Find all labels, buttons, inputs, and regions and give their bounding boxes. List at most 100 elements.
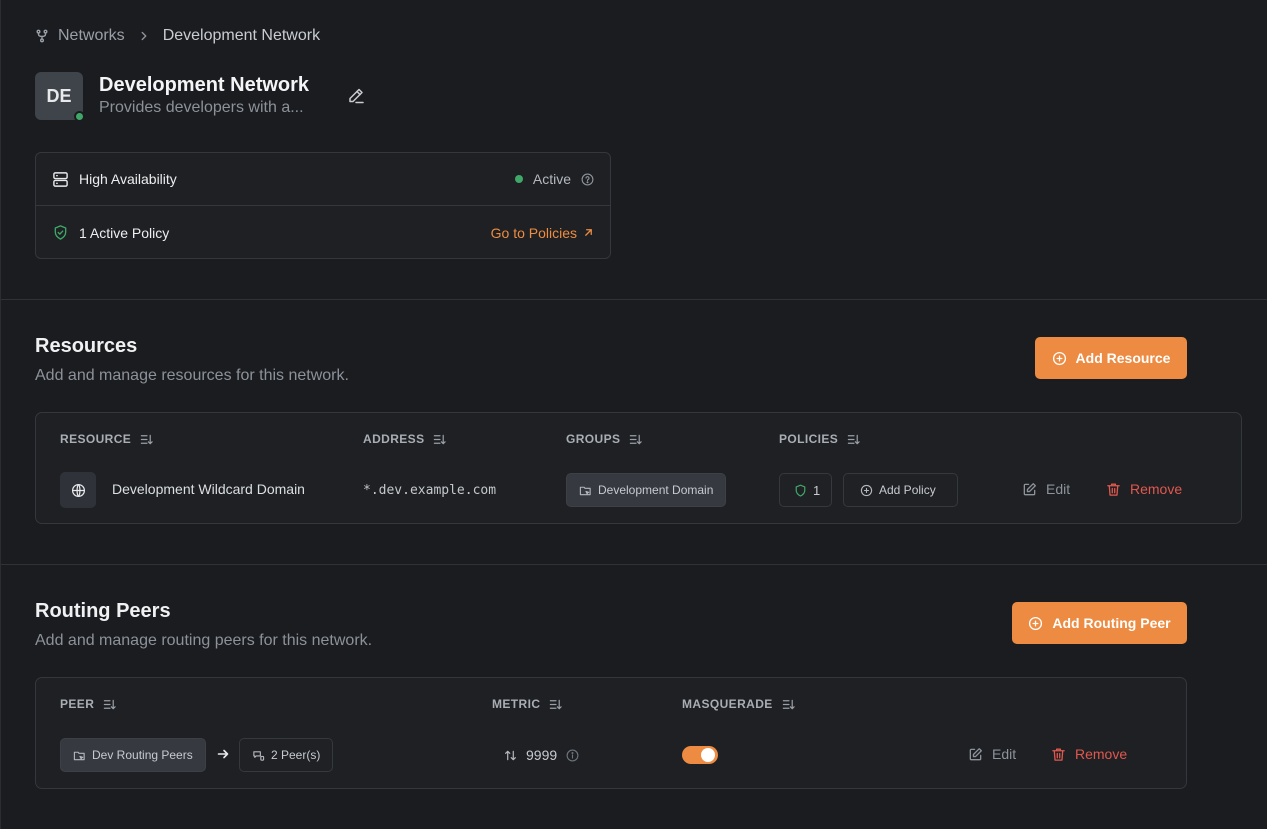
column-header-address[interactable]: ADDRESS	[363, 432, 447, 446]
trash-icon	[1051, 747, 1075, 762]
column-header-masquerade[interactable]: MASQUERADE	[682, 697, 795, 711]
routing-peers-description: Add and manage routing peers for this ne…	[35, 632, 373, 649]
column-label: METRIC	[492, 697, 541, 711]
network-info-card: High Availability Active 1 Active Policy…	[35, 152, 611, 259]
peers-icon	[252, 749, 271, 762]
sort-icon	[620, 433, 643, 446]
edit-label: Edit	[992, 746, 1017, 762]
chevron-right-icon	[137, 29, 151, 43]
sort-icon	[94, 698, 116, 711]
policy-count-badge[interactable]: 1	[779, 473, 832, 507]
arrow-up-right-icon	[577, 227, 594, 238]
trash-icon	[1106, 482, 1130, 497]
high-availability-row: High Availability Active	[36, 153, 610, 206]
edit-label: Edit	[1046, 481, 1071, 497]
page-title: Development Network	[99, 74, 310, 96]
resources-table: RESOURCE ADDRESS GROUPS POLICIES Develop…	[35, 412, 1242, 524]
column-label: PEER	[60, 697, 95, 711]
help-circle-icon[interactable]	[581, 173, 594, 186]
go-to-policies-label: Go to Policies	[490, 224, 577, 241]
table-row: Dev Routing Peers 2 Peer(s) 9999 Edit Re…	[36, 678, 1186, 772]
peer-count-badge[interactable]: 2 Peer(s)	[239, 738, 334, 772]
remove-label: Remove	[1130, 481, 1183, 497]
high-availability-status: Active	[514, 171, 594, 187]
edit-resource-button[interactable]: Edit	[1022, 481, 1070, 497]
add-routing-peer-label: Add Routing Peer	[1052, 615, 1171, 631]
folder-group-icon	[73, 749, 92, 762]
high-availability-label: High Availability	[79, 171, 177, 187]
plus-circle-icon	[860, 484, 879, 497]
breadcrumb: Networks Development Network	[35, 26, 320, 46]
sort-icon	[540, 698, 563, 711]
active-policy-label: 1 Active Policy	[79, 224, 170, 241]
add-resource-label: Add Resource	[1075, 350, 1171, 366]
edit-network-button[interactable]	[346, 86, 366, 106]
resource-name: Development Wildcard Domain	[112, 481, 305, 497]
network-description: Provides developers with a...	[99, 99, 304, 116]
sort-arrows-icon	[504, 749, 517, 762]
sort-icon	[773, 698, 795, 711]
breadcrumb-current: Development Network	[162, 27, 321, 44]
network-branch-icon	[35, 29, 49, 43]
edit-routing-peer-button[interactable]: Edit	[968, 746, 1016, 762]
remove-label: Remove	[1075, 746, 1128, 762]
column-label: POLICIES	[779, 432, 839, 446]
toggle-knob	[701, 748, 715, 762]
plus-circle-icon	[1028, 616, 1052, 631]
column-header-policies[interactable]: POLICIES	[779, 432, 860, 446]
add-routing-peer-button[interactable]: Add Routing Peer	[1012, 602, 1187, 644]
network-avatar: DE	[35, 72, 85, 122]
column-header-groups[interactable]: GROUPS	[566, 432, 643, 446]
sort-icon	[131, 433, 153, 446]
status-dot	[514, 175, 523, 183]
routing-peers-title: Routing Peers	[35, 600, 171, 622]
group-label: Development Domain	[598, 483, 714, 497]
peer-group-label: Dev Routing Peers	[92, 748, 193, 762]
masquerade-toggle[interactable]	[682, 746, 718, 764]
resources-description: Add and manage resources for this networ…	[35, 367, 349, 384]
peer-group-badge[interactable]: Dev Routing Peers	[60, 738, 206, 772]
column-header-resource[interactable]: RESOURCE	[60, 432, 153, 446]
resources-title: Resources	[35, 335, 138, 357]
column-header-peer[interactable]: PEER	[60, 697, 116, 711]
column-label: ADDRESS	[363, 432, 425, 446]
globe-icon	[71, 483, 86, 498]
breadcrumb-networks[interactable]: Networks	[58, 27, 125, 45]
section-divider	[1, 564, 1267, 565]
edit-icon	[1022, 482, 1046, 497]
active-policy-row: 1 Active Policy Go to Policies	[36, 206, 610, 259]
metric-value: 9999	[526, 747, 558, 763]
column-header-metric[interactable]: METRIC	[492, 697, 563, 711]
avatar-initials: DE	[46, 85, 72, 106]
column-label: GROUPS	[566, 432, 621, 446]
section-divider	[1, 299, 1267, 300]
add-policy-label: Add Policy	[879, 483, 936, 497]
online-status-dot	[74, 111, 85, 122]
routing-peers-table: PEER METRIC MASQUERADE Dev Routing Peers…	[35, 677, 1187, 789]
group-badge[interactable]: Development Domain	[566, 473, 727, 507]
add-resource-button[interactable]: Add Resource	[1035, 337, 1187, 379]
policy-count: 1	[813, 482, 821, 498]
edit-icon	[968, 747, 992, 762]
peer-count-label: 2 Peer(s)	[271, 748, 321, 762]
info-icon[interactable]	[566, 749, 579, 762]
column-label: MASQUERADE	[682, 697, 773, 711]
sort-icon	[838, 433, 860, 446]
go-to-policies-link[interactable]: Go to Policies	[491, 225, 594, 241]
sort-icon	[424, 433, 447, 446]
pencil-icon	[346, 86, 366, 106]
resource-type-badge	[60, 472, 96, 508]
server-icon	[52, 171, 69, 188]
shield-icon	[794, 484, 813, 497]
plus-circle-icon	[1052, 351, 1076, 366]
resource-address: *.dev.example.com	[363, 483, 497, 498]
add-policy-button[interactable]: Add Policy	[843, 473, 958, 507]
arrow-right-icon	[216, 747, 230, 761]
remove-routing-peer-button[interactable]: Remove	[1051, 746, 1127, 762]
folder-group-icon	[579, 484, 598, 497]
status-text: Active	[532, 171, 571, 187]
column-label: RESOURCE	[60, 432, 132, 446]
remove-resource-button[interactable]: Remove	[1106, 481, 1182, 497]
metric-cell: 9999	[504, 747, 579, 763]
shield-check-icon	[52, 224, 69, 241]
